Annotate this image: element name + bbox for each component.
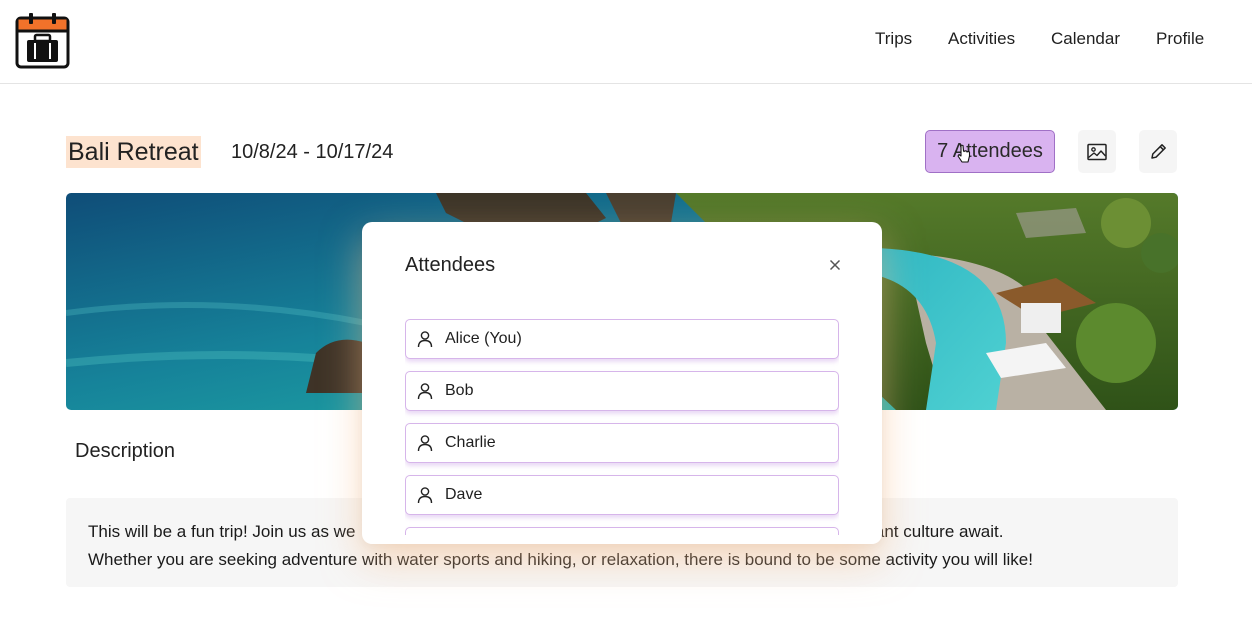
person-icon [417,487,433,504]
nav-link-calendar[interactable]: Calendar [1051,29,1120,49]
nav-link-trips[interactable]: Trips [875,29,912,49]
attendee-item[interactable]: Dave [405,475,839,515]
top-navigation-bar: Trips Activities Calendar Profile [0,0,1252,84]
nav-link-profile[interactable]: Profile [1156,29,1204,49]
description-line1-start: This will be a fun trip! Join us as we [88,522,356,541]
change-image-button[interactable] [1078,130,1116,173]
attendees-modal: Attendees Alice (You) Bob Charlie Dave [362,222,882,544]
attendee-name: Charlie [445,434,496,451]
attendee-item-partial[interactable] [405,527,839,535]
image-icon [1087,143,1107,160]
trip-dates: 10/8/24 - 10/17/24 [231,141,394,163]
pencil-icon [1150,144,1166,159]
person-icon [417,331,433,348]
attendee-item[interactable]: Charlie [405,423,839,463]
close-icon [829,259,841,271]
attendee-name: Dave [445,486,483,503]
attendee-item[interactable]: Bob [405,371,839,411]
edit-trip-button[interactable] [1139,130,1177,173]
nav-link-activities[interactable]: Activities [948,29,1015,49]
person-icon [417,383,433,400]
attendee-list[interactable]: Alice (You) Bob Charlie Dave [405,319,839,535]
suitcase-calendar-icon[interactable] [15,12,70,69]
close-modal-button[interactable] [824,254,846,276]
trip-title: Bali Retreat [66,136,201,168]
attendee-name: Alice (You) [445,330,522,347]
description-line2: Whether you are seeking adventure with w… [88,550,1033,569]
attendees-button[interactable]: 7 Attendees [925,130,1055,173]
person-icon [417,435,433,452]
attendee-item[interactable]: Alice (You) [405,319,839,359]
attendee-name: Bob [445,382,474,399]
modal-title: Attendees [405,254,496,276]
description-heading: Description [75,440,176,462]
